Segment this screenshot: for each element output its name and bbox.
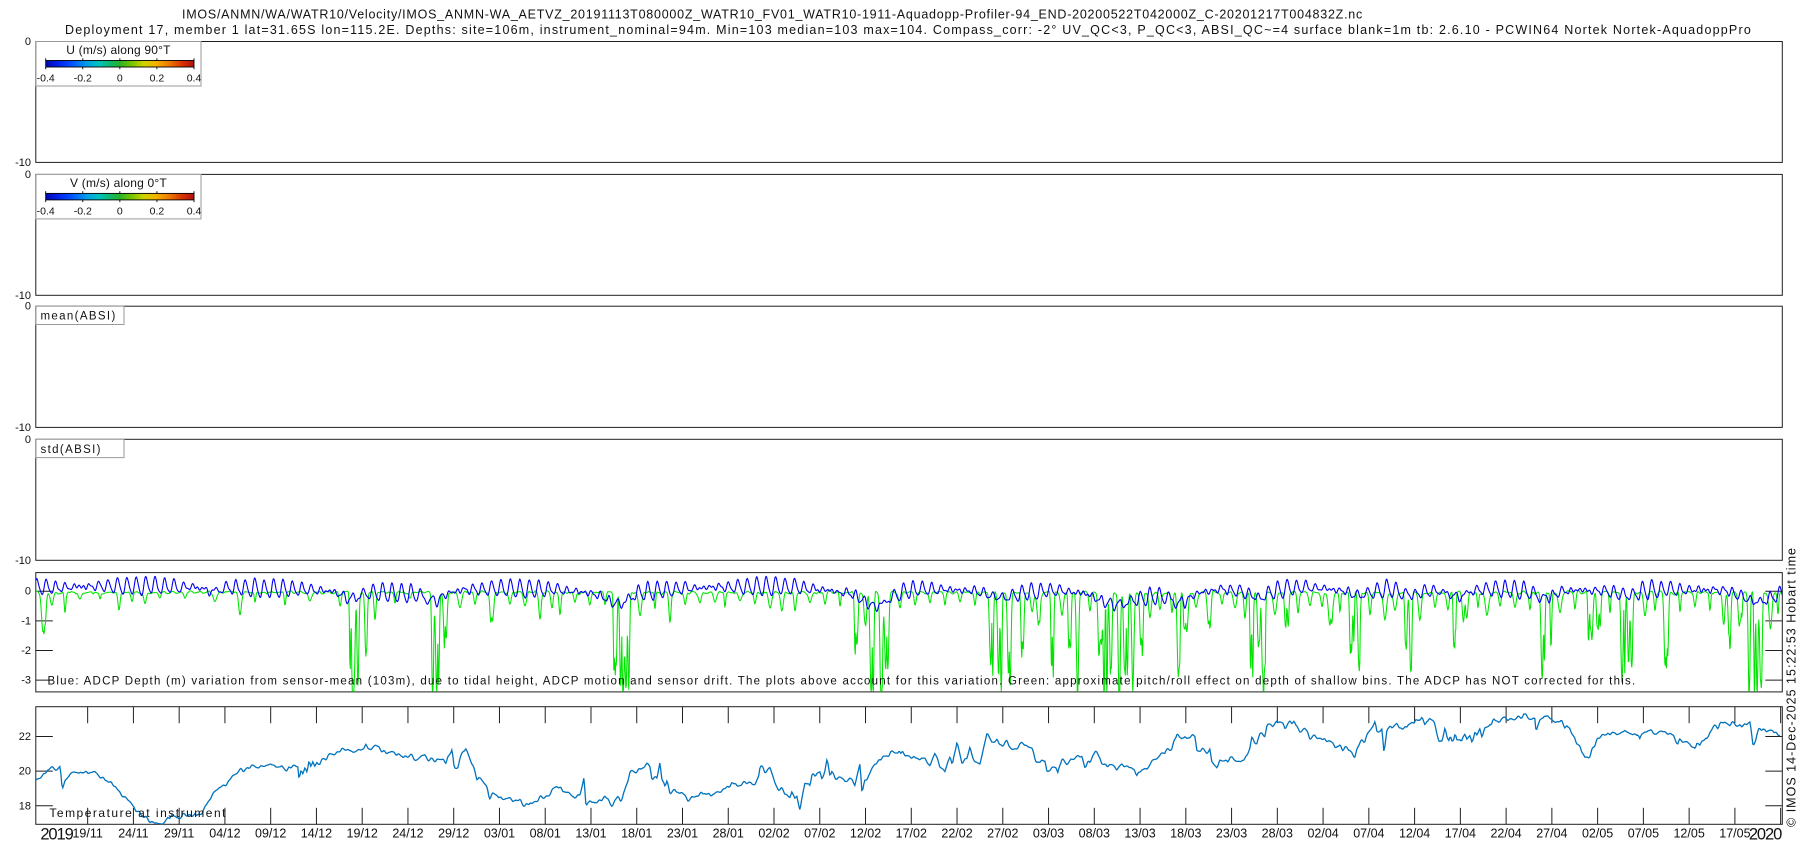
svg-text:24/11: 24/11 [118, 827, 148, 841]
svg-text:17/02: 17/02 [896, 827, 927, 841]
svg-text:29/12: 29/12 [438, 827, 469, 841]
svg-text:-0.4: -0.4 [37, 205, 55, 217]
svg-text:22/02: 22/02 [941, 827, 972, 841]
svg-text:Blue: ADCP Depth (m) variation: Blue: ADCP Depth (m) variation from sens… [48, 676, 1637, 688]
svg-text:0.4: 0.4 [187, 73, 202, 85]
svg-text:18/03: 18/03 [1170, 827, 1201, 841]
svg-text:-3: -3 [21, 675, 31, 687]
svg-text:27/04: 27/04 [1536, 827, 1567, 841]
svg-text:02/04: 02/04 [1307, 827, 1338, 841]
svg-text:07/02: 07/02 [804, 827, 835, 841]
svg-text:IMOS/ANMN/WA/WATR10/Velocity/I: IMOS/ANMN/WA/WATR10/Velocity/IMOS_ANMN-W… [182, 8, 1363, 22]
svg-text:23/03: 23/03 [1216, 827, 1247, 841]
svg-text:13/01: 13/01 [575, 827, 606, 841]
svg-text:22/04: 22/04 [1490, 827, 1521, 841]
svg-text:08/03: 08/03 [1079, 827, 1110, 841]
svg-text:0: 0 [25, 586, 31, 598]
svg-text:07/04: 07/04 [1353, 827, 1384, 841]
svg-text:V (m/s) along 0°T: V (m/s) along 0°T [70, 176, 167, 190]
svg-text:-0.4: -0.4 [37, 73, 55, 85]
svg-text:02/02: 02/02 [758, 827, 789, 841]
svg-text:23/01: 23/01 [667, 827, 698, 841]
svg-text:28/03: 28/03 [1262, 827, 1293, 841]
svg-text:std(ABSI): std(ABSI) [41, 444, 102, 456]
svg-text:09/12: 09/12 [255, 827, 286, 841]
svg-text:04/12: 04/12 [209, 827, 240, 841]
svg-text:-2: -2 [21, 645, 31, 657]
svg-text:18: 18 [19, 800, 31, 812]
svg-text:20: 20 [19, 766, 31, 778]
svg-text:0: 0 [25, 301, 31, 313]
svg-text:07/05: 07/05 [1628, 827, 1659, 841]
svg-text:-10: -10 [15, 555, 31, 567]
svg-text:12/05: 12/05 [1673, 827, 1704, 841]
svg-text:17/04: 17/04 [1445, 827, 1476, 841]
svg-text:-10: -10 [15, 422, 31, 434]
svg-text:14/12: 14/12 [301, 827, 332, 841]
svg-text:18/01: 18/01 [621, 827, 652, 841]
svg-text:0: 0 [117, 205, 123, 217]
svg-text:02/05: 02/05 [1582, 827, 1613, 841]
svg-text:0: 0 [25, 36, 31, 48]
svg-text:Deployment 17, member 1 lat=31: Deployment 17, member 1 lat=31.65S lon=1… [65, 23, 1752, 37]
svg-text:2020: 2020 [1749, 826, 1782, 844]
svg-text:0.2: 0.2 [150, 205, 165, 217]
svg-text:0: 0 [25, 434, 31, 446]
svg-text:-0.2: -0.2 [74, 73, 92, 85]
svg-text:12/04: 12/04 [1399, 827, 1430, 841]
svg-text:24/12: 24/12 [392, 827, 423, 841]
svg-text:12/02: 12/02 [850, 827, 881, 841]
svg-text:19/11: 19/11 [72, 827, 102, 841]
svg-text:28/01: 28/01 [713, 827, 744, 841]
svg-text:© IMOS 14-Dec-2025 15:22:53 Ho: © IMOS 14-Dec-2025 15:22:53 Hobart time [1785, 547, 1799, 827]
svg-text:0: 0 [25, 169, 31, 181]
svg-text:22: 22 [19, 731, 31, 743]
svg-text:29/11: 29/11 [164, 827, 194, 841]
svg-text:03/01: 03/01 [484, 827, 515, 841]
svg-text:Temperature at instrument: Temperature at instrument [49, 806, 227, 820]
svg-text:2019: 2019 [40, 826, 73, 844]
svg-text:03/03: 03/03 [1033, 827, 1064, 841]
svg-text:U (m/s) along 90°T: U (m/s) along 90°T [66, 43, 171, 57]
svg-text:19/12: 19/12 [347, 827, 378, 841]
svg-text:27/02: 27/02 [987, 827, 1018, 841]
svg-text:17/05: 17/05 [1719, 827, 1750, 841]
svg-text:08/01: 08/01 [530, 827, 561, 841]
svg-text:0.4: 0.4 [187, 205, 202, 217]
svg-text:0.2: 0.2 [150, 73, 165, 85]
svg-text:-10: -10 [15, 157, 31, 169]
svg-text:mean(ABSI): mean(ABSI) [41, 311, 117, 323]
svg-text:-0.2: -0.2 [74, 205, 92, 217]
svg-text:0: 0 [117, 73, 123, 85]
svg-text:13/03: 13/03 [1124, 827, 1155, 841]
svg-text:-1: -1 [21, 615, 31, 627]
